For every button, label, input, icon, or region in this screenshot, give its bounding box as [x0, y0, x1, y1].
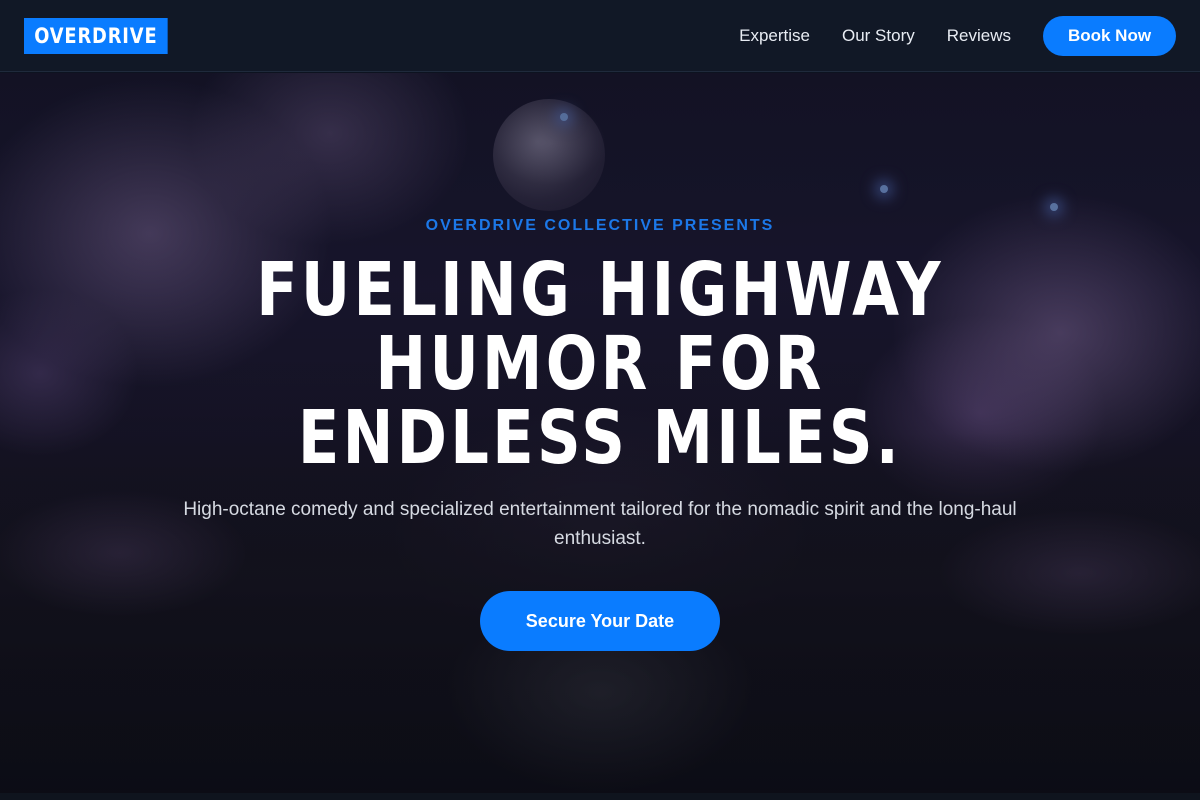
nav-link-reviews[interactable]: Reviews	[947, 26, 1011, 46]
brand-logo[interactable]: OVERDRIVE	[24, 17, 168, 54]
book-now-button[interactable]: Book Now	[1043, 15, 1176, 56]
hero-eyebrow: OVERDRIVE COLLECTIVE PRESENTS	[425, 217, 775, 234]
hero-subtitle: High-octane comedy and specialized enter…	[183, 499, 1017, 549]
page-bottom-strip	[0, 793, 1200, 800]
nav-link-expertise[interactable]: Expertise	[739, 26, 810, 46]
hero-headline: FUELING HIGHWAY HUMOR FOR ENDLESS MILES.	[256, 247, 944, 481]
hero-section: OVERDRIVE COLLECTIVE PRESENTS FUELING HI…	[0, 73, 1200, 793]
nav-menu: Expertise Our Story Reviews Book Now	[739, 15, 1176, 56]
nav-link-our-story[interactable]: Our Story	[842, 26, 915, 46]
top-navbar: OVERDRIVE Expertise Our Story Reviews Bo…	[0, 0, 1200, 72]
secure-date-button[interactable]: Secure Your Date	[480, 591, 720, 651]
hero-content: OVERDRIVE COLLECTIVE PRESENTS FUELING HI…	[0, 73, 1200, 793]
